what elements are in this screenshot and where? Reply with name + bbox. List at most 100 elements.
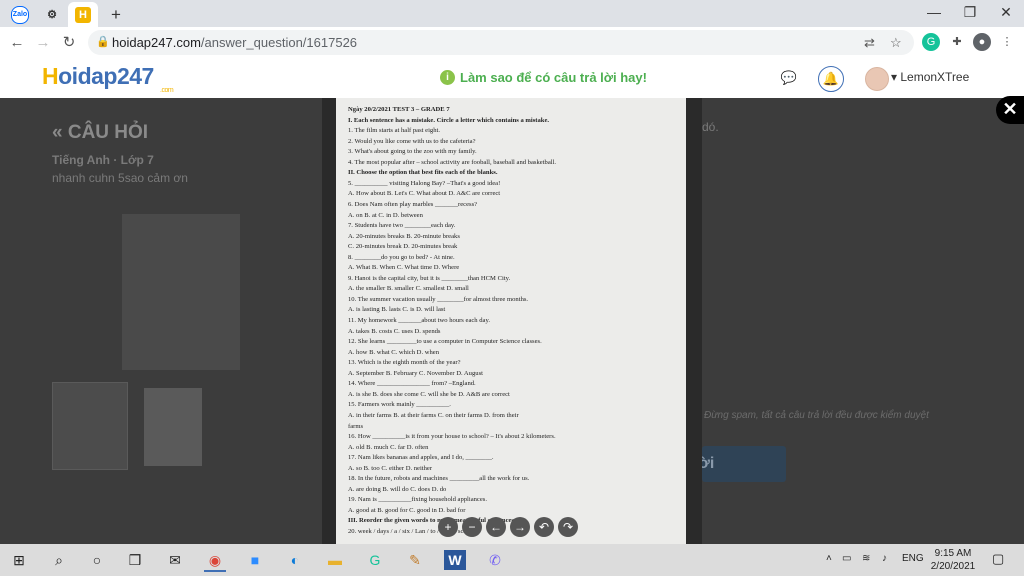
- paper-text-line: 8. ________do you go to bed? - At nine.: [348, 253, 455, 261]
- lock-icon: 🔒: [96, 36, 110, 48]
- paper-text-line: A. on B. at C. in D. between: [348, 211, 423, 219]
- cortana-icon[interactable]: ○: [86, 550, 108, 570]
- paper-text-line: 12. She learns _________to use a compute…: [348, 338, 542, 346]
- notification-bell-icon[interactable]: 🔔: [818, 66, 844, 92]
- zalo-icon: Zalo: [11, 5, 29, 24]
- paper-text-line: farms: [348, 422, 364, 430]
- paper-text-line: 13. Which is the eighth month of the yea…: [348, 359, 461, 367]
- previous-icon[interactable]: ←: [486, 517, 506, 537]
- paint-icon[interactable]: ✎: [404, 550, 426, 570]
- paper-text-line: 15. Farmers work mainly __________.: [348, 401, 451, 409]
- image-viewer: Ngày 20/2/2021 TEST 3 – GRADE 7 I. Each s…: [322, 98, 702, 544]
- profile-icon[interactable]: ●: [973, 33, 991, 51]
- paper-text-line: 1. The film starts at half past eight.: [348, 127, 440, 135]
- question-image-thumb-2[interactable]: [144, 388, 202, 466]
- paper-text-line: 16. How __________is it from your house …: [348, 433, 556, 441]
- paper-text-line: 17. Nam likes bananas and apples, and I …: [348, 454, 494, 462]
- next-icon[interactable]: →: [510, 517, 530, 537]
- new-tab-button[interactable]: +: [104, 2, 128, 27]
- zoom-out-icon[interactable]: −: [462, 517, 482, 537]
- bookmark-star-icon[interactable]: ☆: [890, 35, 902, 51]
- translate-icon[interactable]: ⇄: [864, 35, 875, 51]
- volume-icon[interactable]: ♪: [882, 553, 887, 564]
- edge-icon[interactable]: ◐: [284, 550, 306, 570]
- viber-icon[interactable]: ✆: [484, 550, 506, 570]
- menu-kebab-icon[interactable]: ⋮: [998, 33, 1016, 51]
- answer-button[interactable]: lời: [694, 446, 786, 482]
- close-viewer-button[interactable]: ✕: [996, 96, 1024, 124]
- paper-text-line: 7. Students have two ________each day.: [348, 222, 456, 230]
- paper-text-line: A. What B. When C. What time D. Where: [348, 264, 460, 272]
- paper-text-line: 5. __________ visiting Halong Bay? –That…: [348, 179, 501, 187]
- viewer-controls: + − ← → ↶ ↷: [438, 517, 578, 537]
- extensions-puzzle-icon[interactable]: ✚: [948, 33, 966, 51]
- paper-text-line: 14. Where ________________ from? –Englan…: [348, 380, 476, 388]
- question-image-thumb-1[interactable]: [52, 382, 128, 470]
- task-view-icon[interactable]: ❒: [124, 550, 146, 570]
- tab-hoidap247[interactable]: H: [68, 2, 98, 27]
- page-overlay: « CÂU HỎI Tiếng Anh · Lớp 7 nhanh cuhn 5…: [0, 98, 1024, 544]
- file-explorer-icon[interactable]: ▬: [324, 550, 346, 570]
- question-image-preview[interactable]: [122, 214, 240, 370]
- tab-zalo[interactable]: Zalo: [6, 2, 34, 27]
- test-paper-image: Ngày 20/2/2021 TEST 3 – GRADE 7 I. Each s…: [336, 98, 686, 544]
- browser-tab-strip: Zalo ⚙ H + — ❐ ✕: [0, 0, 1024, 27]
- paper-text-line: A. is she B. does she come C. will she b…: [348, 390, 510, 398]
- paper-text-line: A. are doing B. will do C. does D. do: [348, 485, 447, 493]
- zoom-in-icon[interactable]: +: [438, 517, 458, 537]
- paper-text-line: 19. Nam is __________fixing household ap…: [348, 496, 487, 504]
- paper-text-line: Ngày 20/2/2021 TEST 3 – GRADE 7: [348, 106, 450, 113]
- paper-text-line: A. 20-minutes breaks B. 20-minute breaks: [348, 232, 460, 240]
- mail-icon[interactable]: ✉: [164, 550, 186, 570]
- restore-button[interactable]: ❐: [952, 4, 988, 21]
- paper-text-line: A. how B. what C. which D. when: [348, 348, 440, 356]
- paper-text-line: 2. Would you like come with us to the ca…: [348, 137, 476, 145]
- rotate-right-icon[interactable]: ↷: [558, 517, 578, 537]
- paper-text-line: 6. Does Nam often play marbles _______re…: [348, 200, 478, 208]
- browser-toolbar: ← → ↻ 🔒 hoidap247.com/answer_question/16…: [0, 27, 1024, 59]
- paper-text-line: A. in their farms B. at their farms C. o…: [348, 411, 519, 419]
- paper-text-line: 3. What's about going to the zoo with my…: [348, 148, 477, 156]
- chrome-icon[interactable]: ◉: [204, 550, 226, 572]
- notification-center-icon[interactable]: ▢: [992, 551, 1004, 567]
- address-bar[interactable]: 🔒 hoidap247.com/answer_question/1617526 …: [88, 30, 914, 55]
- paper-text-line: A. is lasting B. lasts C. is D. will las…: [348, 306, 446, 314]
- search-icon[interactable]: ⌕: [48, 550, 70, 570]
- page-title: « CÂU HỎI: [52, 122, 149, 143]
- back-icon[interactable]: ←: [6, 32, 28, 54]
- site-logo[interactable]: Hoidap247 .com: [42, 63, 174, 94]
- wifi-icon[interactable]: ≋: [862, 553, 870, 564]
- paper-text-line: I. Each sentence has a mistake. Circle a…: [348, 116, 550, 124]
- windows-start-icon[interactable]: ⊞: [8, 550, 30, 570]
- zoom-icon[interactable]: ■: [244, 550, 266, 570]
- username[interactable]: ▾ LemonXTree: [891, 70, 969, 84]
- question-subject: Tiếng Anh · Lớp 7: [52, 153, 154, 167]
- paper-text-line: A. How about B. Let's C. What about D. A…: [348, 190, 501, 198]
- close-window-button[interactable]: ✕: [988, 4, 1024, 21]
- windows-taskbar: ⊞ ⌕ ○ ❒ ✉ ◉ ■ ◐ ▬ G ✎ W ✆ ˄ ▭ ≋ ♪ ENG 9:…: [0, 544, 1024, 576]
- chat-icon[interactable]: 💬: [777, 66, 801, 90]
- paper-text-line: 10. The summer vacation usually ________…: [348, 295, 529, 303]
- paper-text-line: 18. In the future, robots and machines _…: [348, 475, 530, 483]
- grammarly-icon[interactable]: G: [364, 550, 386, 570]
- grammarly-extension-icon[interactable]: G: [922, 33, 940, 51]
- site-header: Hoidap247 .com i Làm sao để có câu trả lời…: [0, 58, 1024, 98]
- answer-tip-link[interactable]: i Làm sao để có câu trả lời hay!: [440, 70, 647, 85]
- forward-icon[interactable]: →: [32, 32, 54, 54]
- info-icon: i: [440, 70, 455, 85]
- rotate-left-icon[interactable]: ↶: [534, 517, 554, 537]
- paper-text-line: C. 20-minutes break D. 20-minutes break: [348, 243, 458, 251]
- clock[interactable]: 9:15 AM 2/20/2021: [928, 547, 978, 573]
- paper-text-line: A. the smaller B. smaller C. smallest D.…: [348, 285, 469, 293]
- language-indicator[interactable]: ENG: [902, 553, 924, 564]
- url-text: hoidap247.com/answer_question/1617526: [112, 35, 358, 50]
- reload-icon[interactable]: ↻: [58, 32, 80, 54]
- tab-extension[interactable]: ⚙: [38, 2, 66, 27]
- chevron-up-icon[interactable]: ˄: [826, 553, 832, 564]
- word-icon[interactable]: W: [444, 550, 466, 570]
- avatar[interactable]: [865, 67, 889, 91]
- minimize-button[interactable]: —: [916, 4, 952, 20]
- paper-text-line: A. takes B. costs C. uses D. spends: [348, 327, 441, 335]
- hoidap-icon: H: [75, 6, 91, 23]
- battery-icon[interactable]: ▭: [842, 553, 851, 564]
